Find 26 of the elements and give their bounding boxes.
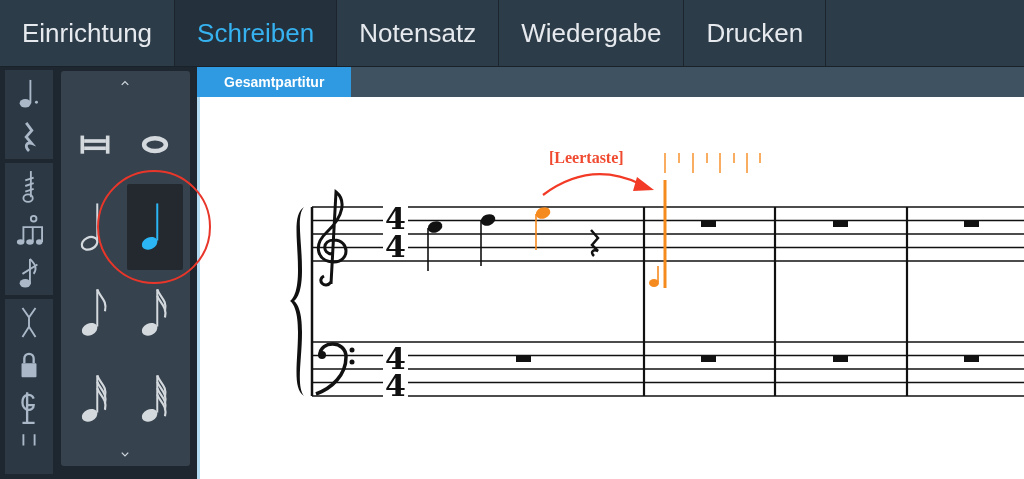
treble-clef-icon: [316, 190, 348, 287]
quarter-rest: [590, 229, 600, 257]
sixteenth-note-icon: [142, 287, 167, 336]
mode-tab[interactable]: Drucken: [684, 0, 827, 66]
breve-note-icon: [80, 135, 110, 154]
sixtyfourth-note-icon: [142, 373, 167, 422]
whole-rest: [701, 356, 716, 362]
annotation-label: [Leertaste]: [549, 149, 624, 166]
eighth-note-icon: [82, 287, 107, 336]
thirtysecond-note-icon: [82, 373, 107, 422]
whole-rest: [516, 356, 531, 362]
note-value-button[interactable]: [127, 183, 184, 270]
mode-tab[interactable]: Schreiben: [175, 0, 338, 66]
bass-clef-icon: [315, 342, 355, 396]
whole-note-icon: [142, 135, 169, 153]
time-signature-numeral: 4: [385, 368, 406, 403]
mode-tab[interactable]: Wiedergabe: [499, 0, 685, 66]
quarter-note-icon: [142, 201, 159, 250]
scroll-up-icon[interactable]: [119, 80, 132, 87]
whole-rest: [701, 221, 716, 227]
whole-rest: [964, 356, 979, 362]
mode-tab[interactable]: Notensatz: [337, 0, 500, 66]
whole-rest: [964, 221, 979, 227]
whole-rest: [833, 221, 848, 227]
half-note-icon: [81, 201, 99, 251]
whole-rest: [833, 356, 848, 362]
